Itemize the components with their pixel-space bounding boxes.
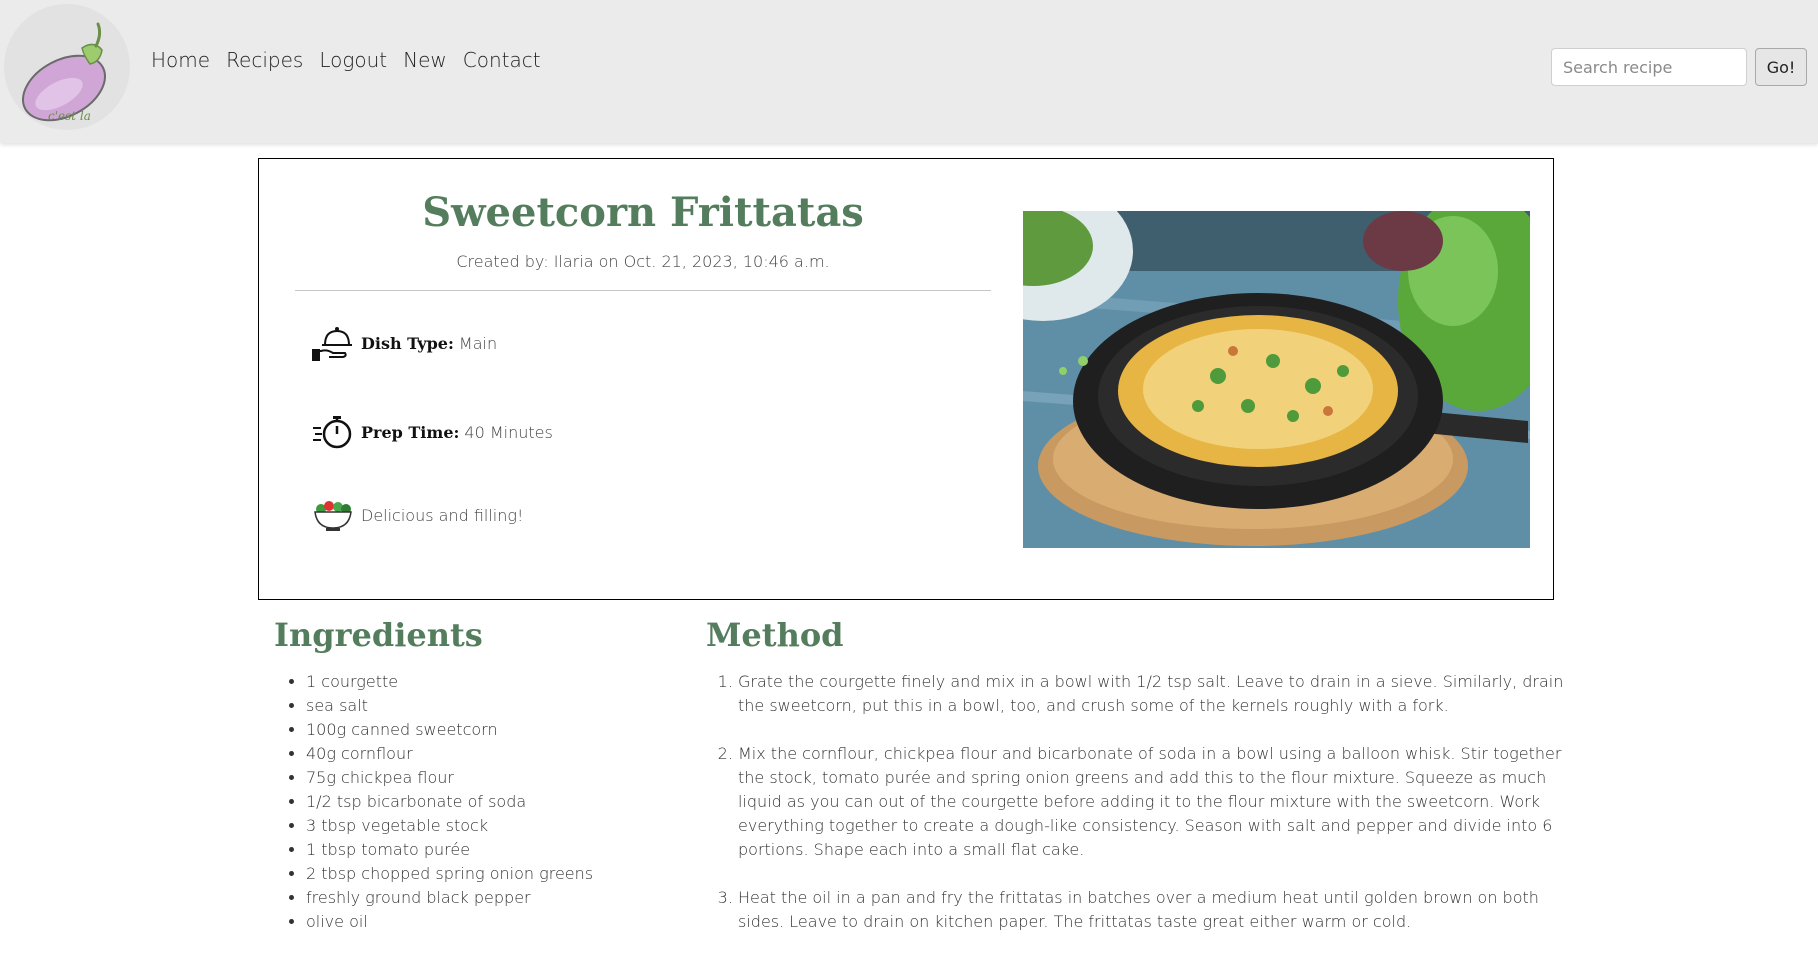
method-heading: Method	[706, 616, 844, 654]
ingredient-item: 100g canned sweetcorn	[306, 718, 593, 742]
recipe-description: Delicious and filling!	[361, 505, 524, 525]
dish-type-label: Dish Type:	[361, 333, 454, 353]
ingredient-item: freshly ground black pepper	[306, 886, 593, 910]
serving-cloche-icon	[312, 327, 352, 361]
eggplant-logo-icon: c'est la	[21, 22, 107, 123]
logo-text: c'est la	[48, 109, 91, 123]
ingredient-item: 40g cornflour	[306, 742, 593, 766]
method-step: Grate the courgette finely and mix in a …	[738, 670, 1578, 718]
site-logo[interactable]: c'est la	[4, 4, 130, 130]
nav-links: Home Recipes Logout New Contact	[151, 48, 557, 72]
ingredients-heading: Ingredients	[274, 616, 483, 654]
nav-recipes[interactable]: Recipes	[226, 48, 303, 72]
method-step: Mix the cornflour, chickpea flour and bi…	[738, 742, 1578, 862]
ingredient-item: 75g chickpea flour	[306, 766, 593, 790]
prep-time-label: Prep Time:	[361, 422, 460, 442]
ingredient-item: 3 tbsp vegetable stock	[306, 814, 593, 838]
salad-bowl-icon	[314, 501, 352, 531]
frittata-in-skillet-photo	[1023, 211, 1530, 548]
search-go-button[interactable]: Go!	[1755, 48, 1807, 86]
title-divider	[295, 290, 991, 291]
ingredient-item: 1/2 tsp bicarbonate of soda	[306, 790, 593, 814]
method-step: Heat the oil in a pan and fry the fritta…	[738, 886, 1578, 934]
dish-type-value: Main	[458, 333, 498, 353]
nav-new[interactable]: New	[403, 48, 447, 72]
recipe-card: Sweetcorn Frittatas Created by: Ilaria o…	[258, 158, 1554, 600]
ingredient-item: 1 tbsp tomato purée	[306, 838, 593, 862]
prep-time-value: 40 Minutes	[464, 422, 553, 442]
search-input[interactable]	[1551, 48, 1747, 86]
prep-time-row: Prep Time: 40 Minutes	[311, 412, 553, 452]
ingredient-item: 2 tbsp chopped spring onion greens	[306, 862, 593, 886]
ingredient-item: olive oil	[306, 910, 593, 934]
stopwatch-icon	[313, 416, 352, 449]
ingredient-item: 1 courgette	[306, 670, 593, 694]
dish-type-row: Dish Type: Main	[311, 323, 497, 363]
nav-home[interactable]: Home	[151, 48, 210, 72]
nav-logout[interactable]: Logout	[319, 48, 387, 72]
ingredient-item: sea salt	[306, 694, 593, 718]
recipe-title: Sweetcorn Frittatas	[422, 189, 864, 236]
method-steps: Grate the courgette finely and mix in a …	[706, 670, 1578, 958]
description-row: Delicious and filling!	[311, 495, 523, 535]
nav-contact[interactable]: Contact	[463, 48, 541, 72]
ingredients-list: 1 courgette sea salt 100g canned sweetco…	[274, 670, 593, 934]
navbar: c'est la Home Recipes Logout New Contact…	[0, 0, 1818, 143]
recipe-author-line: Created by: Ilaria on Oct. 21, 2023, 10:…	[456, 252, 830, 271]
